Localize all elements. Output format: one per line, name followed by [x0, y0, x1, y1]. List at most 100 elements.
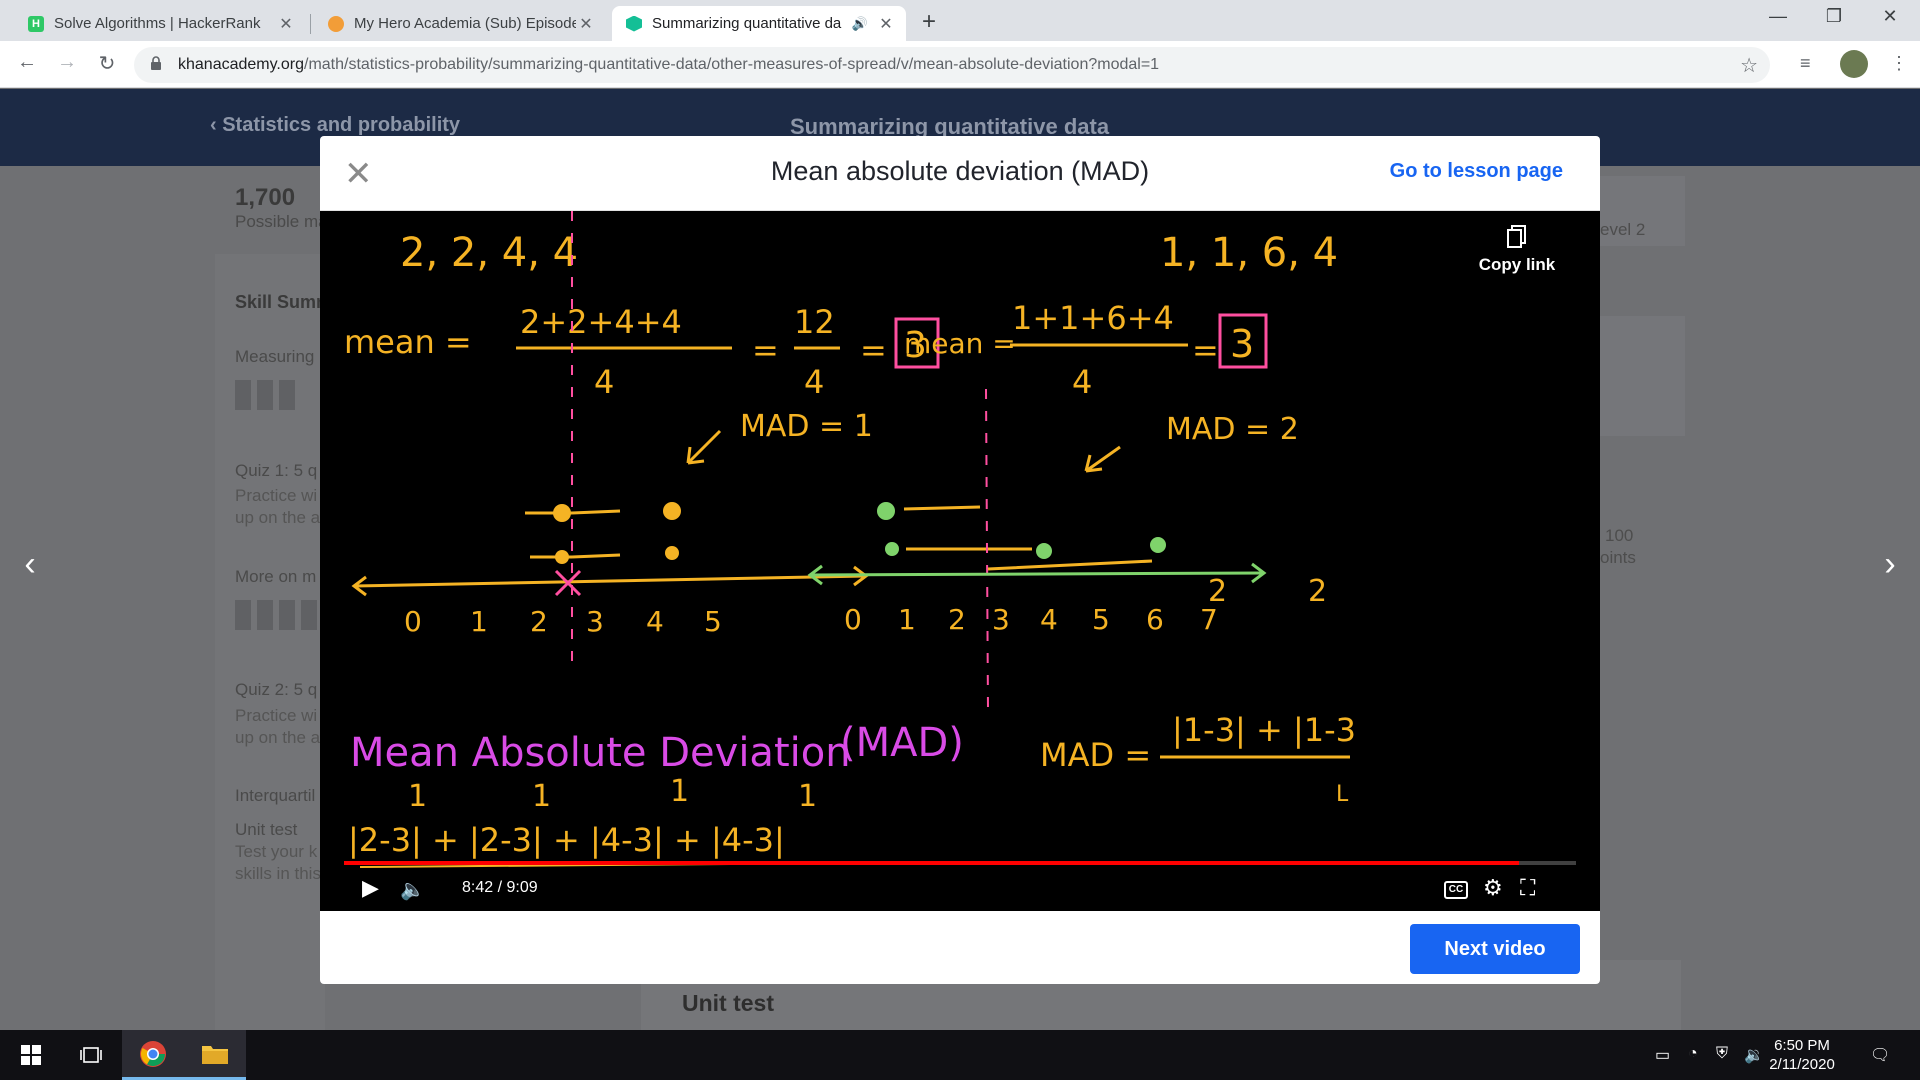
address-bar[interactable]: khanacademy.org/math/statistics-probabil… — [134, 47, 1770, 83]
folder-icon — [202, 1045, 228, 1064]
minimize-icon[interactable]: — — [1750, 6, 1806, 27]
right-mad-value: MAD = 2 — [1166, 412, 1299, 447]
system-clock[interactable]: 6:50 PM 2/11/2020 — [1762, 1036, 1842, 1074]
file-explorer-taskbar-icon[interactable] — [184, 1030, 246, 1080]
right-tick-5: 5 — [1092, 603, 1110, 636]
left-tick-1: 1 — [470, 605, 488, 638]
bottom-mark-3: 1 — [670, 774, 689, 809]
media-queue-icon[interactable]: ≡ — [1800, 53, 1811, 74]
back-arrow-icon[interactable]: ← — [13, 51, 41, 74]
quiz1-title[interactable]: Quiz 1: 5 q — [235, 461, 317, 481]
quiz2-title[interactable]: Quiz 2: 5 q — [235, 680, 317, 700]
url-path: /math/statistics-probability/summarizing… — [304, 56, 1160, 73]
blackboard: 2, 2, 4, 4 mean = 2+2+4+4 4 = 12 4 = 3 M… — [344, 211, 1356, 868]
mad-formula-denominator: L — [1336, 782, 1349, 807]
copy-icon — [1507, 225, 1526, 248]
right-dot-1a — [877, 502, 895, 520]
tab-divider — [310, 14, 311, 34]
forward-arrow-icon[interactable]: → — [53, 51, 81, 74]
unit-test-label[interactable]: Unit test — [235, 820, 297, 840]
bottom-expression: |2-3| + |2-3| + |4-3| + |4-3| — [348, 821, 785, 859]
right-mean-numerator: 1+1+6+4 — [1012, 299, 1174, 337]
tab-strip: H Solve Algorithms | HackerRank ✕ My Her… — [0, 0, 1920, 41]
chrome-taskbar-icon[interactable] — [122, 1030, 184, 1080]
right-tick-6: 6 — [1146, 603, 1164, 636]
unit-test-desc2: skills in this — [235, 864, 321, 883]
task-view-icon[interactable] — [60, 1030, 122, 1080]
tab-my-hero-academia[interactable]: My Hero Academia (Sub) Episode ✕ — [314, 6, 606, 41]
left-tick-5: 5 — [704, 605, 722, 638]
right-dataset: 1, 1, 6, 4 — [1160, 230, 1338, 276]
unit-test-desc: Test your k — [235, 842, 318, 861]
tab-khan-academy[interactable]: Summarizing quantitative da 🔊 ✕ — [612, 6, 906, 41]
mad-top-mark-1: 2 — [1208, 574, 1227, 609]
maximize-icon[interactable]: ❐ — [1806, 6, 1862, 27]
window-close-icon[interactable]: ✕ — [1862, 6, 1918, 27]
tab-hackerrank[interactable]: H Solve Algorithms | HackerRank ✕ — [14, 6, 306, 41]
left-dataset: 2, 2, 4, 4 — [400, 230, 578, 276]
right-dot-4 — [1036, 543, 1052, 559]
modal-footer: Next video — [320, 911, 1600, 984]
play-icon[interactable]: ▶ — [362, 875, 379, 901]
right-dot-1b — [885, 542, 899, 556]
security-shield-icon[interactable]: ⛨ — [1716, 1045, 1728, 1063]
breadcrumb-back[interactable]: ‹ Statistics and probability — [210, 114, 460, 137]
video-player[interactable]: 2, 2, 4, 4 mean = 2+2+4+4 4 = 12 4 = 3 M… — [320, 211, 1600, 911]
interquartile-label[interactable]: Interquartil — [235, 786, 315, 806]
fullscreen-icon[interactable]: ⛶ — [1520, 875, 1535, 901]
quiz2-desc2: up on the a — [235, 728, 321, 747]
copy-link-button[interactable]: Copy link — [1477, 225, 1557, 275]
video-modal: ✕ Mean absolute deviation (MAD) Go to le… — [320, 136, 1600, 984]
hackerrank-favicon-icon: H — [28, 15, 44, 32]
bottom-mark-1: 1 — [408, 779, 427, 814]
reload-icon[interactable]: ↻ — [93, 51, 121, 76]
close-icon[interactable]: ✕ — [876, 14, 896, 34]
new-tab-plus-icon[interactable]: + — [922, 8, 936, 36]
left-mean-label: mean = — [344, 323, 472, 361]
mad-formula-label: MAD = — [1040, 736, 1151, 774]
left-tick-4: 4 — [646, 605, 664, 638]
left-mean-numerator: 2+2+4+4 — [520, 303, 682, 341]
next-arrow-icon[interactable]: › — [1870, 545, 1910, 584]
right-tick-0: 0 — [844, 603, 862, 636]
progress-bar[interactable] — [344, 861, 1576, 865]
speaker-icon[interactable]: 🔊 — [852, 16, 868, 32]
board-heading: Mean Absolute Deviation — [350, 730, 851, 776]
level-label: evel 2 — [1600, 220, 1646, 239]
chrome-logo-icon — [140, 1040, 166, 1067]
lock-icon — [151, 56, 161, 70]
captions-icon[interactable]: CC — [1444, 881, 1468, 899]
close-icon[interactable]: ✕ — [276, 14, 296, 34]
breadcrumb-label: Statistics and probability — [222, 114, 461, 136]
right-number-line — [809, 571, 1265, 577]
right-tick-1: 1 — [898, 603, 916, 636]
close-icon[interactable]: ✕ — [576, 14, 596, 34]
copy-link-label: Copy link — [1478, 255, 1556, 274]
windows-taskbar: ▭ ◔ ⛨ 🔉 6:50 PM 2/11/2020 🗨 — [0, 1030, 1920, 1080]
skill-summary-heading: Skill Sumn — [235, 292, 328, 312]
next-video-button[interactable]: Next video — [1410, 924, 1580, 974]
volume-tray-icon[interactable]: 🔉 — [1744, 1045, 1764, 1065]
bottom-marks: 1 1 1 1 — [408, 774, 817, 814]
wifi-icon[interactable]: ◔ — [1688, 1045, 1698, 1063]
bookmark-star-icon[interactable]: ☆ — [1740, 53, 1758, 78]
notifications-icon[interactable]: 🗨 — [1870, 1045, 1890, 1065]
previous-arrow-icon[interactable]: ‹ — [10, 545, 50, 584]
menu-kebab-icon[interactable]: ⋮ — [1890, 53, 1908, 74]
clock-date: 2/11/2020 — [1769, 1056, 1835, 1073]
measuring-label[interactable]: Measuring — [235, 347, 314, 367]
settings-gear-icon[interactable]: ⚙ — [1483, 875, 1503, 901]
right-points-value: 100 — [1605, 526, 1634, 545]
profile-avatar[interactable] — [1840, 50, 1868, 78]
volume-icon[interactable]: 🔈 — [400, 877, 425, 902]
right-mean-denominator: 4 — [1072, 363, 1092, 401]
go-to-lesson-link[interactable]: Go to lesson page — [1390, 160, 1563, 183]
left-mean-denominator: 4 — [594, 363, 614, 401]
left-tick-3: 3 — [586, 605, 604, 638]
more-on-label[interactable]: More on m — [235, 567, 316, 587]
progress-fill — [344, 861, 1520, 865]
windows-start-icon[interactable] — [0, 1030, 62, 1080]
battery-icon[interactable]: ▭ — [1655, 1045, 1670, 1065]
tab-title: Solve Algorithms | HackerRank — [54, 15, 261, 32]
right-mean-result: 3 — [1230, 322, 1254, 366]
